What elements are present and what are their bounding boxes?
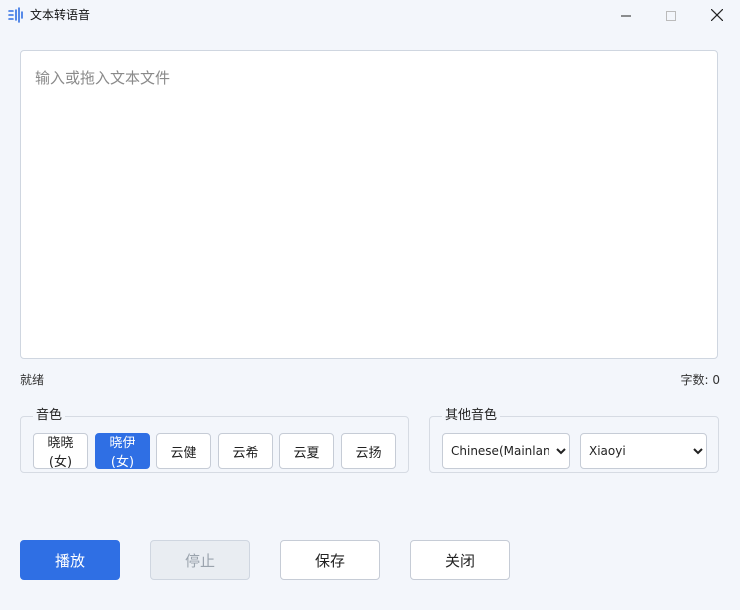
language-select[interactable]: Chinese(Mainland) [442,433,570,469]
other-voice-group-label: 其他音色 [442,408,501,424]
play-button[interactable]: 播放 [20,540,120,580]
minimize-icon [621,6,631,25]
voice-button-yunxia[interactable]: 云夏 [279,433,334,469]
voice-button-yunjian[interactable]: 云健 [156,433,211,469]
voice-group: 音色 晓晓(女) 晓伊(女) 云健 云希 云夏 云扬 [20,408,409,473]
voice-button-yunxi[interactable]: 云希 [218,433,273,469]
window-title: 文本转语音 [30,8,91,22]
voice-name-select[interactable]: Xiaoyi [580,433,707,469]
voice-button-xiaoxiao[interactable]: 晓晓(女) [33,433,88,470]
close-window-button[interactable] [694,0,740,30]
text-input[interactable] [20,50,718,359]
other-voice-group: 其他音色 Chinese(Mainland) Xiaoyi [429,408,719,473]
audio-wave-icon [7,6,25,24]
stop-button[interactable]: 停止 [150,540,250,580]
char-count-value: 0 [712,373,720,387]
close-button[interactable]: 关闭 [410,540,510,580]
maximize-button[interactable] [648,0,694,30]
char-count: 字数: 0 [681,371,721,388]
title-bar: 文本转语音 [0,0,740,30]
voice-button-yunyang[interactable]: 云扬 [341,433,396,469]
voice-button-xiaoyi[interactable]: 晓伊(女) [95,433,150,470]
close-icon [710,6,724,25]
voice-group-label: 音色 [33,408,66,424]
maximize-icon [666,6,676,25]
minimize-button[interactable] [603,0,649,30]
char-count-label: 字数: [680,373,713,387]
save-button[interactable]: 保存 [280,540,380,580]
status-text: 就绪 [20,373,45,387]
